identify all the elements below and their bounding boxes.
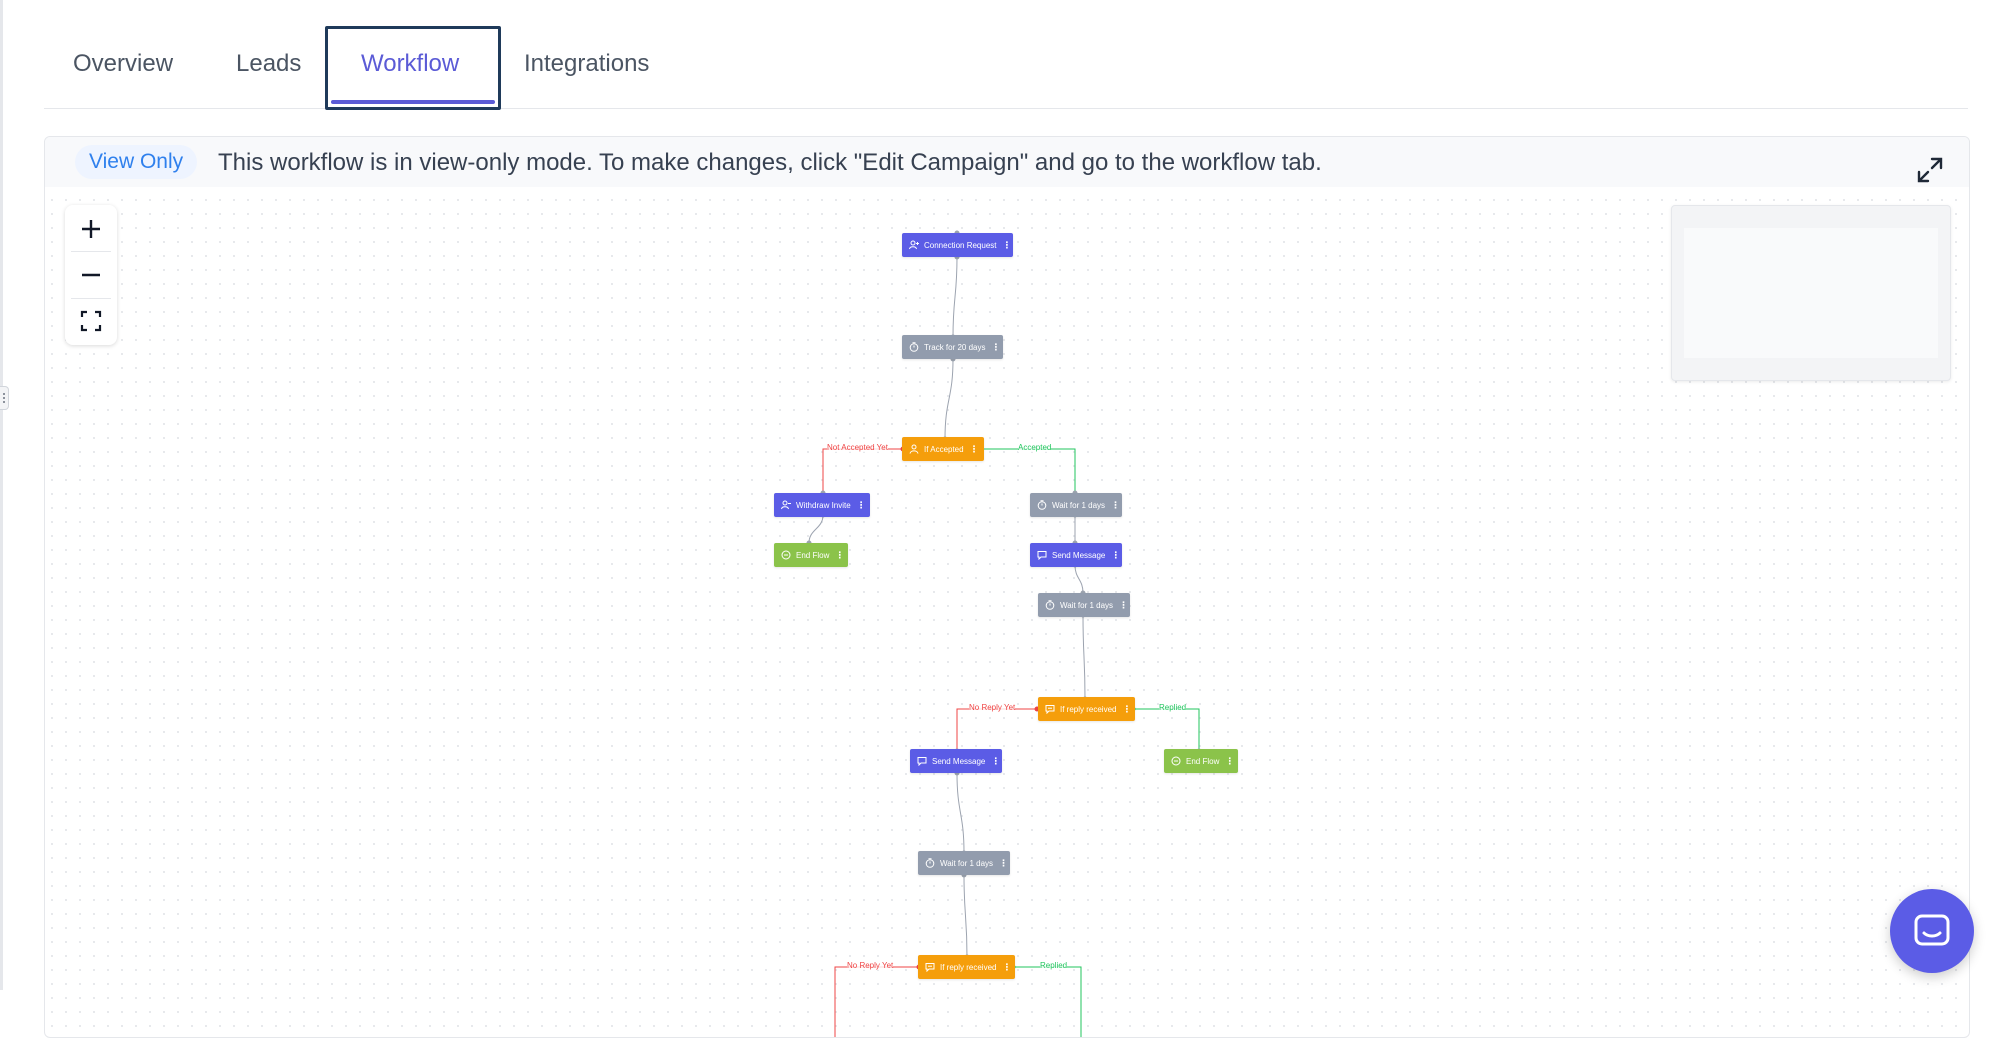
node-label: Wait for 1 days [1060,600,1114,610]
node-send-message[interactable]: Send Message ⋮ [1030,543,1122,567]
node-label: End Flow [1186,756,1220,766]
timer-icon [909,342,919,352]
node-menu-icon[interactable]: ⋮ [1002,962,1011,973]
timer-icon [1045,600,1055,610]
node-menu-icon[interactable]: ⋮ [835,550,844,561]
edge-label-not-accepted: Not Accepted Yet [827,443,888,452]
node-label: Withdraw Invite [796,500,851,510]
active-tab-indicator [331,100,495,104]
node-wait[interactable]: Wait for 1 days ⋮ [918,851,1010,875]
edge-label-accepted: Accepted [1018,443,1052,452]
node-withdraw-invite[interactable]: Withdraw Invite ⋮ [774,493,870,517]
node-label: Connection Request [924,240,997,250]
edge-label-no-reply: No Reply Yet [969,703,1016,712]
user-remove-icon [781,500,791,510]
tab-overview[interactable]: Overview [73,50,173,78]
node-menu-icon[interactable]: ⋮ [1003,240,1012,251]
workflow-canvas[interactable]: View Only This workflow is in view-only … [44,136,1970,1038]
stop-circle-icon [1171,756,1181,766]
node-if-accepted[interactable]: If Accepted ⋮ [902,437,984,461]
node-menu-icon[interactable]: ⋮ [857,500,866,511]
timer-icon [1037,500,1047,510]
edge-label-replied: Replied [1159,703,1187,712]
node-label: End Flow [796,550,830,560]
chat-icon [1914,914,1950,946]
node-end-flow[interactable]: End Flow ⋮ [1164,749,1238,773]
left-rail [0,0,3,990]
message-icon [1037,551,1047,560]
message-reply-icon [925,963,935,972]
node-menu-icon[interactable]: ⋮ [1111,500,1120,511]
tab-integrations[interactable]: Integrations [524,50,649,78]
node-if-reply-received[interactable]: If reply received ⋮ [918,955,1015,979]
node-label: Wait for 1 days [940,858,994,868]
timer-icon [925,858,935,868]
node-menu-icon[interactable]: ⋮ [970,444,979,455]
node-label: Send Message [1052,550,1106,560]
node-menu-icon[interactable]: ⋮ [999,858,1008,869]
user-icon [909,444,919,454]
chat-launcher-button[interactable] [1890,889,1974,973]
edge-label-replied: Replied [1040,961,1068,970]
stop-circle-icon [781,550,791,560]
message-icon [917,757,927,766]
edge-label-no-reply: No Reply Yet [847,961,894,970]
node-menu-icon[interactable]: ⋮ [992,342,1001,353]
node-label: If Accepted [924,444,964,454]
node-label: Wait for 1 days [1052,500,1106,510]
workflow-edges [806,230,1202,1037]
tab-focus-ring [325,26,501,110]
node-menu-icon[interactable]: ⋮ [1111,550,1120,561]
node-label: If reply received [1060,704,1117,714]
node-label: If reply received [940,962,997,972]
node-wait[interactable]: Wait for 1 days ⋮ [1038,593,1130,617]
node-track[interactable]: Track for 20 days ⋮ [902,335,1003,359]
node-menu-icon[interactable]: ⋮ [991,756,1000,767]
message-reply-icon [1045,705,1055,714]
node-connection-request[interactable]: Connection Request ⋮ [902,233,1013,257]
sidebar-drag-handle[interactable] [0,386,9,410]
node-menu-icon[interactable]: ⋮ [1225,756,1234,767]
node-label: Send Message [932,756,986,766]
node-menu-icon[interactable]: ⋮ [1119,600,1128,611]
user-add-icon [909,240,919,250]
node-menu-icon[interactable]: ⋮ [1122,704,1131,715]
node-if-reply-received[interactable]: If reply received ⋮ [1038,697,1135,721]
node-end-flow[interactable]: End Flow ⋮ [774,543,848,567]
node-label: Track for 20 days [924,342,986,352]
tab-leads[interactable]: Leads [236,50,301,78]
node-send-message[interactable]: Send Message ⋮ [910,749,1002,773]
node-wait[interactable]: Wait for 1 days ⋮ [1030,493,1122,517]
